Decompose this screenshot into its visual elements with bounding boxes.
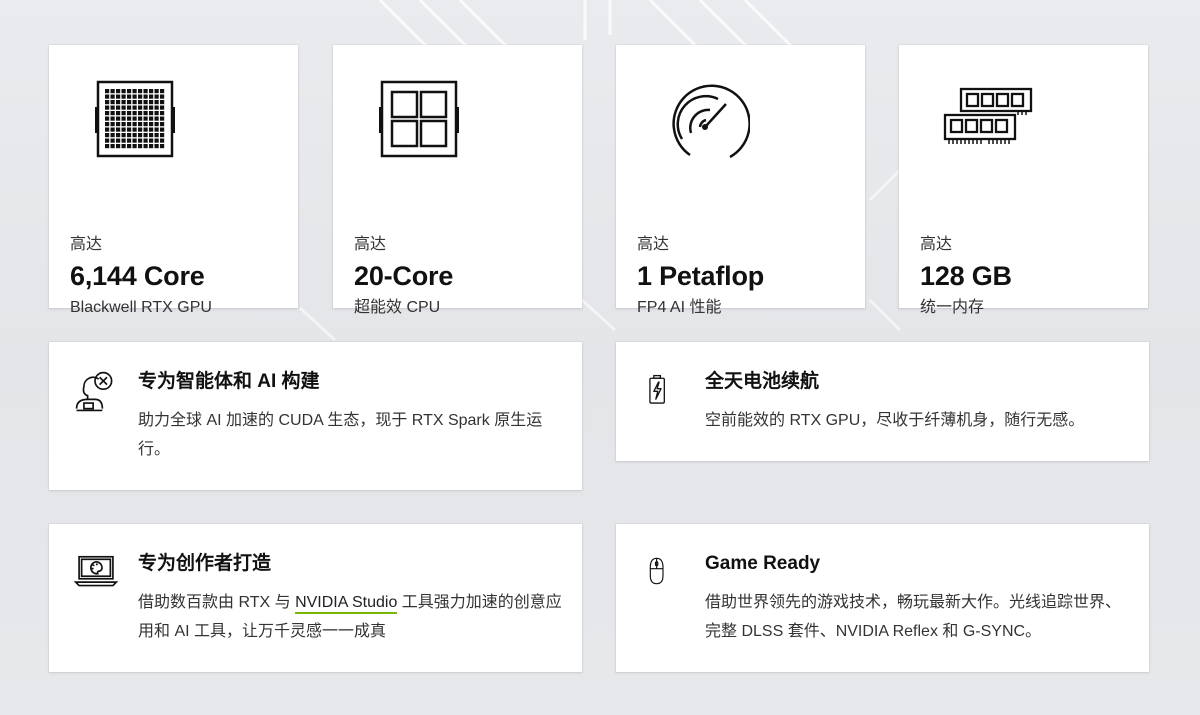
stat-value: 1 Petaflop xyxy=(637,261,765,291)
battery-charging-icon xyxy=(649,374,665,404)
stat-prefix: 高达 xyxy=(637,236,670,253)
feature-title: 专为智能体和 AI 构建 xyxy=(138,371,320,392)
feature-title: Game Ready xyxy=(705,553,821,574)
stat-subtitle: Blackwell RTX GPU xyxy=(70,299,212,316)
feature-card-ai: 专为智能体和 AI 构建 助力全球 AI 加速的 CUDA 生态，现于 RTX … xyxy=(49,342,582,490)
stat-subtitle: 超能效 CPU xyxy=(354,299,441,316)
stat-subtitle: 统一内存 xyxy=(920,299,985,316)
stat-card-memory: 高达 128 GB 统一内存 xyxy=(899,45,1148,316)
stat-value: 20-Core xyxy=(354,261,454,291)
speedometer-icon xyxy=(672,84,750,159)
feature-card-creators: 专为创作者打造 借助数百款由 RTX 与 NVIDIA Studio 工具强力加… xyxy=(49,524,582,672)
cpu-chip-icon xyxy=(379,80,459,158)
feature-title: 专为创作者打造 xyxy=(138,553,272,574)
stat-card-ai-performance: 高达 1 Petaflop FP4 AI 性能 xyxy=(616,45,865,316)
stat-value: 128 GB xyxy=(920,261,1012,291)
stat-prefix: 高达 xyxy=(70,236,103,253)
stat-prefix: 高达 xyxy=(920,236,953,253)
ai-agent-icon xyxy=(75,371,113,412)
gaming-mouse-icon xyxy=(649,557,664,585)
feature-description: 借助数百款由 RTX 与 NVIDIA Studio 工具强力加速的创意应用和 … xyxy=(138,588,563,646)
stat-card-cpu: 高达 20-Core 超能效 CPU xyxy=(333,45,582,316)
stat-subtitle: FP4 AI 性能 xyxy=(637,299,722,316)
laptop-palette-icon xyxy=(73,555,119,587)
feature-card-game-ready: Game Ready 借助世界领先的游戏技术，畅玩最新大作。光线追踪世界、完整 … xyxy=(616,524,1149,672)
feature-description: 借助世界领先的游戏技术，畅玩最新大作。光线追踪世界、完整 DLSS 套件、NVI… xyxy=(705,594,1122,640)
stat-value: 6,144 Core xyxy=(70,261,205,291)
nvidia-studio-link[interactable]: NVIDIA Studio xyxy=(295,594,398,614)
stat-prefix: 高达 xyxy=(354,236,387,253)
memory-modules-icon xyxy=(943,87,1033,144)
feature-card-battery: 全天电池续航 空前能效的 RTX GPU，尽收于纤薄机身，随行无感。 xyxy=(616,342,1149,461)
feature-description: 助力全球 AI 加速的 CUDA 生态，现于 RTX Spark 原生运行。 xyxy=(138,412,543,458)
feature-description: 空前能效的 RTX GPU，尽收于纤薄机身，随行无感。 xyxy=(705,412,1085,429)
gpu-chip-icon xyxy=(95,80,175,158)
feature-title: 全天电池续航 xyxy=(705,371,820,392)
stat-card-gpu: 高达 6,144 Core Blackwell RTX GPU xyxy=(49,45,298,316)
feature-description-text: 借助数百款由 RTX 与 xyxy=(138,594,296,611)
